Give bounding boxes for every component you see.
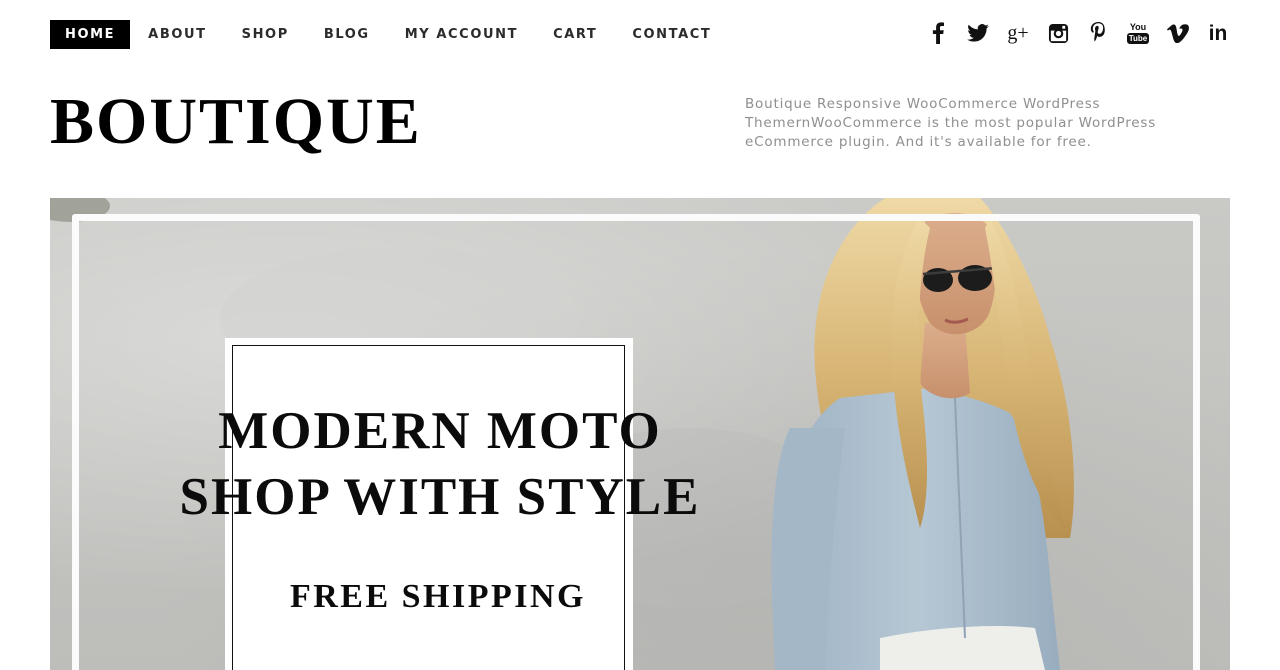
nav-home[interactable]: HOME: [50, 20, 131, 49]
pinterest-icon[interactable]: [1086, 19, 1110, 47]
instagram-icon[interactable]: [1046, 19, 1070, 47]
main-nav: HOME ABOUT SHOP BLOG MY ACCOUNT CART CON…: [50, 20, 728, 49]
promo-heading-line2: SHOP WITH STYLE: [179, 468, 701, 526]
promo-heading: MODERN MOTO SHOP WITH STYLE: [140, 398, 740, 530]
page: HOME ABOUT SHOP BLOG MY ACCOUNT CART CON…: [0, 0, 1280, 670]
twitter-icon[interactable]: [966, 19, 990, 47]
google-plus-icon[interactable]: g+: [1006, 19, 1030, 47]
linkedin-icon[interactable]: in: [1206, 19, 1230, 47]
nav-cart[interactable]: CART: [535, 20, 614, 49]
social-icons: g+ You Tube in: [926, 18, 1230, 48]
vimeo-icon[interactable]: [1166, 19, 1190, 47]
promo-subheading: FREE SHIPPING: [289, 578, 587, 615]
nav-about[interactable]: ABOUT: [130, 20, 223, 49]
promo-heading-line1: MODERN MOTO: [218, 402, 662, 460]
site-tagline: Boutique Responsive WooCommerce WordPres…: [745, 96, 1157, 150]
nav-shop[interactable]: SHOP: [224, 20, 306, 49]
youtube-icon[interactable]: You Tube: [1126, 19, 1150, 47]
hero-banner[interactable]: MODERN MOTO SHOP WITH STYLE FREE SHIPPIN…: [50, 198, 1230, 670]
site-title[interactable]: BOUTIQUE: [50, 82, 422, 162]
nav-my-account[interactable]: MY ACCOUNT: [387, 20, 535, 49]
facebook-icon[interactable]: [926, 19, 950, 47]
nav-contact[interactable]: CONTACT: [614, 20, 728, 49]
nav-blog[interactable]: BLOG: [306, 20, 387, 49]
